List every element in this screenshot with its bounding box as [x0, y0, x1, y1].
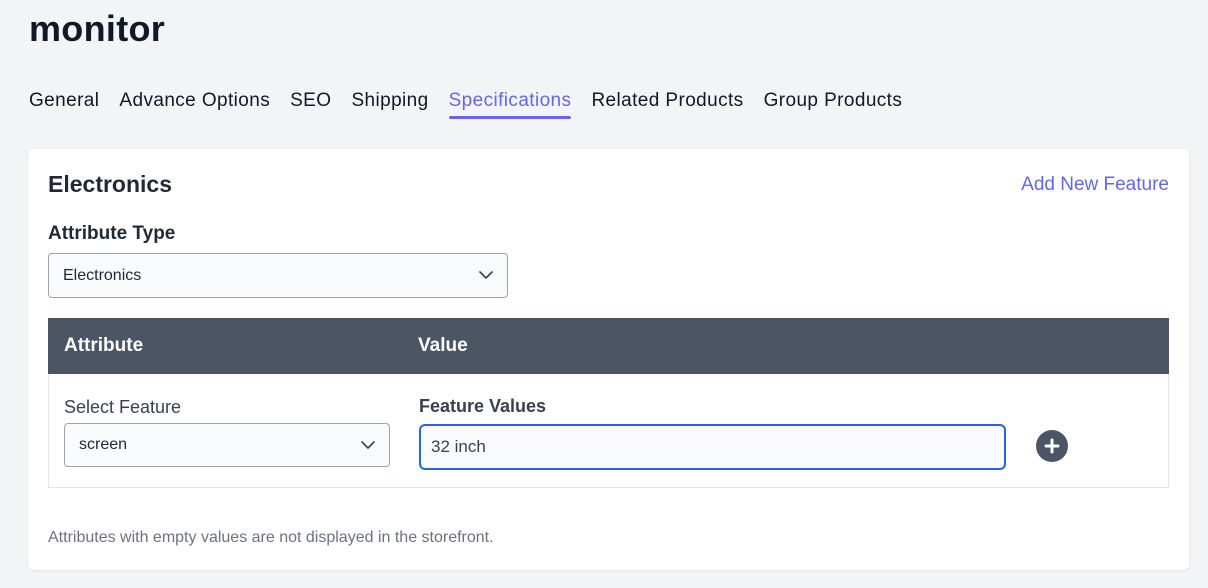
tab-shipping[interactable]: Shipping [351, 90, 428, 118]
select-feature-label: Select Feature [64, 397, 182, 417]
feature-values-label: Feature Values [419, 396, 547, 416]
empty-values-note: Attributes with empty values are not dis… [48, 529, 494, 546]
chevron-down-icon [479, 271, 493, 279]
tab-advance-options[interactable]: Advance Options [119, 90, 270, 118]
spec-table-header: Attribute Value [48, 318, 1169, 374]
plus-icon [1044, 438, 1060, 454]
column-header-value: Value [418, 335, 468, 356]
card-title: Electronics [48, 171, 172, 197]
specifications-card: Electronics Add New Feature Attribute Ty… [28, 149, 1189, 570]
feature-select[interactable]: screen [64, 423, 390, 467]
tab-general[interactable]: General [29, 90, 99, 118]
attribute-type-select[interactable]: Electronics [48, 253, 508, 298]
feature-values-input[interactable] [419, 424, 1006, 470]
column-header-attribute: Attribute [64, 335, 144, 356]
attribute-type-label: Attribute Type [48, 223, 176, 244]
tab-seo[interactable]: SEO [290, 90, 331, 118]
attribute-type-value: Electronics [63, 266, 142, 284]
add-new-feature-link[interactable]: Add New Feature [1021, 174, 1169, 196]
chevron-down-icon [361, 440, 375, 449]
add-feature-value-button[interactable] [1036, 430, 1068, 462]
page-title: monitor [29, 8, 166, 49]
table-row: Select Feature screen Feature Values [48, 374, 1169, 488]
tab-group-products[interactable]: Group Products [764, 90, 903, 118]
tab-specifications[interactable]: Specifications [448, 90, 572, 119]
tab-related-products[interactable]: Related Products [591, 90, 743, 118]
feature-select-value: screen [79, 436, 128, 453]
tab-bar: General Advance Options SEO Shipping Spe… [29, 90, 903, 119]
